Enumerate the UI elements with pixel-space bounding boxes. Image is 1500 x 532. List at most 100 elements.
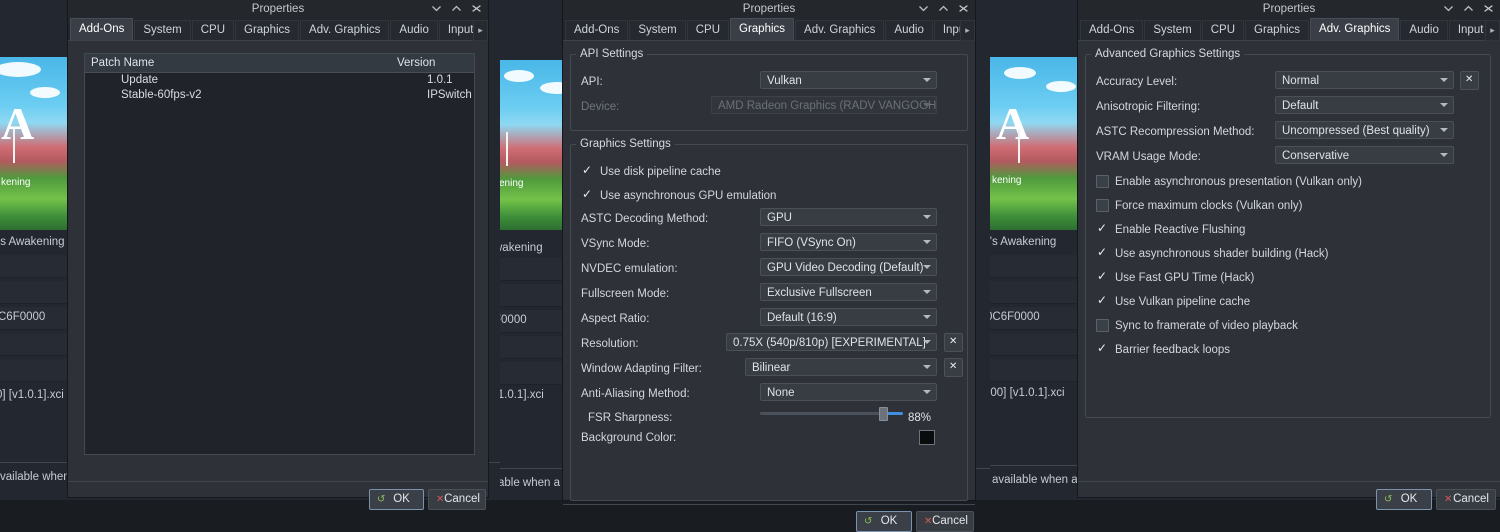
reset-resolution-button[interactable]: ✕ — [944, 333, 963, 352]
checkbox-sync-to-framerate-of-video-playback[interactable]: Sync to framerate of video playback — [1096, 319, 1298, 332]
titlebar[interactable]: Properties — [563, 0, 975, 19]
maximize-icon[interactable] — [1463, 2, 1474, 15]
minimize-icon[interactable] — [918, 2, 929, 15]
tab-system[interactable]: System — [629, 20, 686, 40]
tab-scroll-right-icon[interactable]: ▸ — [1485, 20, 1500, 41]
patch-list[interactable]: Patch Name Version Update 1.0.1 Stable-6… — [84, 53, 475, 455]
api-select[interactable]: Vulkan — [760, 71, 937, 89]
checkbox-use-vulkan-pipeline-cache[interactable]: Use Vulkan pipeline cache — [1096, 293, 1250, 308]
chevron-down-icon — [1440, 78, 1448, 82]
astc-recompression-method-label: ASTC Recompression Method: — [1096, 126, 1255, 138]
column-header-version[interactable]: Version — [391, 54, 474, 72]
checkbox-barrier-feedback-loops[interactable]: Barrier feedback loops — [1096, 341, 1230, 356]
checkbox-force-maximum-clocks[interactable]: Force maximum clocks (Vulkan only) — [1096, 199, 1302, 212]
checkbox-use-disk-pipeline-cache[interactable]: Use disk pipeline cache — [581, 163, 721, 178]
maximize-icon[interactable] — [451, 2, 462, 15]
close-icon[interactable] — [1483, 2, 1494, 15]
reset-accuracy-level-button[interactable]: ✕ — [1460, 71, 1479, 90]
tab-scroll-right-icon[interactable]: ▸ — [960, 20, 975, 41]
astc-recompression-method-select[interactable]: Uncompressed (Best quality) — [1275, 121, 1454, 139]
tab-cpu[interactable]: CPU — [191, 20, 235, 40]
table-row[interactable]: Update 1.0.1 — [85, 73, 474, 88]
screen: A kening 's Awakening C6F0000 0] [v1.0.1… — [0, 0, 1500, 532]
patch-name: Update — [121, 74, 159, 86]
chevron-down-icon — [923, 340, 931, 344]
tab-cpu[interactable]: CPU — [686, 20, 730, 40]
chevron-down-icon — [923, 315, 931, 319]
resolution-value: 0.75X (540p/810p) [EXPERIMENTAL] — [733, 337, 926, 349]
tab-graphics[interactable]: Graphics — [1245, 20, 1310, 40]
window-adapting-filter-select[interactable]: Bilinear — [745, 358, 937, 376]
anisotropic-filtering-label: Anisotropic Filtering: — [1096, 101, 1201, 113]
table-row[interactable]: Stable-60fps-v2 IPSwitch — [85, 88, 474, 103]
tab-audio[interactable]: Audio — [885, 20, 933, 40]
tab-cpu[interactable]: CPU — [1201, 20, 1245, 40]
chevron-down-icon — [923, 290, 931, 294]
tab-audio[interactable]: Audio — [390, 20, 438, 40]
checkbox-enable-asynchronous-presentation[interactable]: Enable asynchronous presentation (Vulkan… — [1096, 175, 1362, 188]
vsync-mode-label: VSync Mode: — [581, 238, 650, 250]
anti-aliasing-method-select[interactable]: None — [760, 383, 937, 401]
anti-aliasing-method-label: Anti-Aliasing Method: — [581, 388, 690, 400]
close-icon[interactable] — [471, 2, 482, 15]
background-color-swatch[interactable] — [919, 430, 935, 445]
tab-audio[interactable]: Audio — [1400, 20, 1448, 40]
patch-name: Stable-60fps-v2 — [121, 89, 202, 101]
device-select: AMD Radeon Graphics (RADV VANGOGH) — [711, 96, 937, 114]
accuracy-level-label: Accuracy Level: — [1096, 76, 1178, 88]
program-id-left: C6F0000 — [0, 311, 46, 323]
advanced-graphics-settings-title: Advanced Graphics Settings — [1091, 48, 1245, 60]
slider-handle[interactable] — [879, 407, 888, 421]
cancel-button[interactable]: ✕ Cancel — [916, 511, 974, 532]
device-value: AMD Radeon Graphics (RADV VANGOGH) — [718, 100, 937, 112]
tab-system[interactable]: System — [134, 20, 191, 40]
api-settings-title: API Settings — [576, 48, 648, 60]
tab-system[interactable]: System — [1144, 20, 1201, 40]
checkbox-use-asynchronous-shader-building[interactable]: Use asynchronous shader building (Hack) — [1096, 245, 1329, 260]
checkbox-enable-reactive-flushing[interactable]: Enable Reactive Flushing — [1096, 221, 1245, 236]
close-icon[interactable] — [958, 2, 969, 15]
ok-button[interactable]: ↺ OK — [856, 511, 912, 532]
dialog-title: Properties — [1262, 3, 1316, 15]
tab-adv-graphics[interactable]: Adv. Graphics — [795, 20, 885, 40]
fullscreen-mode-select[interactable]: Exclusive Fullscreen — [760, 283, 937, 301]
tab-bar-graphics: Add-Ons System CPU Graphics Adv. Graphic… — [563, 18, 975, 41]
tab-adv-graphics[interactable]: Adv. Graphics — [1310, 18, 1400, 40]
tab-graphics[interactable]: Graphics — [730, 18, 795, 40]
titlebar[interactable]: Properties — [68, 0, 488, 19]
checkbox-box — [1096, 199, 1109, 212]
minimize-icon[interactable] — [431, 2, 442, 15]
titlebar[interactable]: Properties — [1078, 0, 1500, 19]
vram-usage-mode-select[interactable]: Conservative — [1275, 146, 1454, 164]
tab-adv-graphics[interactable]: Adv. Graphics — [300, 20, 390, 40]
checkbox-box — [1096, 175, 1109, 188]
astc-recompression-method-value: Uncompressed (Best quality) — [1282, 125, 1430, 137]
vsync-mode-select[interactable]: FIFO (VSync On) — [760, 233, 937, 251]
properties-dialog-adv-graphics: Properties Add-Ons System CPU Graphics A… — [1078, 0, 1500, 510]
tab-add-ons[interactable]: Add-Ons — [1080, 20, 1144, 40]
tab-add-ons[interactable]: Add-Ons — [565, 20, 629, 40]
fsr-sharpness-slider[interactable] — [760, 405, 903, 421]
cover-subtitle-right: kening — [992, 175, 1022, 186]
resolution-select[interactable]: 0.75X (540p/810p) [EXPERIMENTAL] — [726, 333, 937, 351]
tab-add-ons[interactable]: Add-Ons — [70, 18, 134, 40]
anisotropic-filtering-select[interactable]: Default — [1275, 96, 1454, 114]
checkbox-box — [1096, 269, 1109, 284]
tab-graphics[interactable]: Graphics — [235, 20, 300, 40]
astc-decoding-method-select[interactable]: GPU — [760, 208, 937, 226]
accuracy-level-select[interactable]: Normal — [1275, 71, 1454, 89]
checkbox-use-asynchronous-gpu-emulation[interactable]: Use asynchronous GPU emulation — [581, 187, 776, 202]
column-header-patch-name[interactable]: Patch Name — [85, 54, 391, 72]
checkbox-use-fast-gpu-time[interactable]: Use Fast GPU Time (Hack) — [1096, 269, 1254, 284]
chevron-down-icon — [1440, 153, 1448, 157]
minimize-icon[interactable] — [1443, 2, 1454, 15]
maximize-icon[interactable] — [938, 2, 949, 15]
reset-window-adapting-filter-button[interactable]: ✕ — [944, 358, 963, 377]
background-color-label: Background Color: — [581, 432, 677, 444]
device-label: Device: — [581, 101, 620, 113]
vsync-mode-value: FIFO (VSync On) — [767, 237, 856, 249]
aspect-ratio-select[interactable]: Default (16:9) — [760, 308, 937, 326]
nvdec-emulation-select[interactable]: GPU Video Decoding (Default) — [760, 258, 937, 276]
chevron-down-icon — [923, 265, 931, 269]
tab-scroll-right-icon[interactable]: ▸ — [473, 20, 488, 41]
